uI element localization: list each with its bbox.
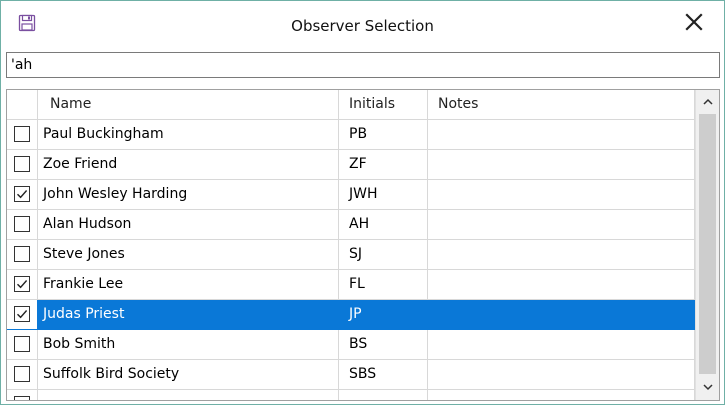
row-checkbox[interactable]: [14, 336, 30, 352]
notes-cell: [428, 330, 695, 360]
row-checkbox[interactable]: [14, 216, 30, 232]
notes-cell: [428, 270, 695, 300]
close-button[interactable]: [677, 9, 711, 39]
name-cell: Alan Hudson: [38, 210, 339, 240]
notes-cell: [428, 210, 695, 240]
row-check-cell: [7, 390, 38, 400]
table-row[interactable]: Bob Smith BS: [7, 330, 695, 360]
title-bar: Observer Selection: [1, 1, 724, 47]
row-checkbox[interactable]: [14, 366, 30, 382]
scroll-up-button[interactable]: [696, 90, 719, 112]
column-header-name[interactable]: Name: [38, 90, 339, 120]
checkmark-icon: [17, 280, 28, 289]
notes-cell: [428, 180, 695, 210]
header-check-column[interactable]: [7, 90, 38, 120]
column-header-notes[interactable]: Notes: [428, 90, 695, 120]
table-row[interactable]: Paul Buckingham PB: [7, 120, 695, 150]
initials-cell: SJ: [339, 240, 428, 270]
initials-cell: BS: [339, 330, 428, 360]
name-cell: Judas Priest: [38, 300, 339, 330]
row-checkbox[interactable]: [14, 306, 30, 322]
table-row[interactable]: Alan Hudson AH: [7, 210, 695, 240]
name-cell: Frankie Lee: [38, 270, 339, 300]
table-row[interactable]: Judas Priest JP: [7, 300, 695, 330]
initials-cell: JWH: [339, 180, 428, 210]
initials-cell: AH: [339, 210, 428, 240]
table-row[interactable]: [7, 390, 695, 400]
row-check-cell: [7, 270, 38, 300]
name-cell: Zoe Friend: [38, 150, 339, 180]
checkmark-icon: [17, 310, 28, 319]
notes-cell: [428, 300, 695, 330]
initials-cell: SBS: [339, 360, 428, 390]
notes-cell: [428, 150, 695, 180]
table-row[interactable]: Steve Jones SJ: [7, 240, 695, 270]
row-check-cell: [7, 120, 38, 150]
table-header: Name Initials Notes: [7, 90, 695, 120]
row-checkbox[interactable]: [14, 126, 30, 142]
name-cell: Steve Jones: [38, 240, 339, 270]
chevron-down-icon: [703, 379, 713, 395]
search-input[interactable]: [6, 52, 720, 78]
table-row[interactable]: Frankie Lee FL: [7, 270, 695, 300]
initials-cell: [339, 390, 428, 400]
initials-cell: JP: [339, 300, 428, 330]
checkmark-icon: [17, 190, 28, 199]
row-checkbox[interactable]: [14, 276, 30, 292]
row-check-cell: [7, 330, 38, 360]
row-check-cell: [7, 150, 38, 180]
initials-cell: PB: [339, 120, 428, 150]
name-cell: Bob Smith: [38, 330, 339, 360]
row-checkbox[interactable]: [14, 186, 30, 202]
observer-selection-dialog: Observer Selection Name Initials Notes P…: [0, 0, 725, 405]
name-cell: Suffolk Bird Society: [38, 360, 339, 390]
notes-cell: [428, 390, 695, 400]
notes-cell: [428, 120, 695, 150]
table-row[interactable]: Zoe Friend ZF: [7, 150, 695, 180]
vertical-scrollbar[interactable]: [695, 90, 719, 400]
row-checkbox[interactable]: [14, 246, 30, 262]
initials-cell: ZF: [339, 150, 428, 180]
observer-grid: Name Initials Notes Paul Buckingham PB Zoe…: [6, 89, 720, 401]
notes-cell: [428, 240, 695, 270]
row-check-cell: [7, 180, 38, 210]
scroll-down-button[interactable]: [696, 376, 719, 398]
table-row[interactable]: Suffolk Bird Society SBS: [7, 360, 695, 390]
row-checkbox[interactable]: [14, 396, 30, 400]
scrollbar-thumb[interactable]: [699, 114, 716, 374]
notes-cell: [428, 360, 695, 390]
row-check-cell: [7, 240, 38, 270]
row-check-cell: [7, 300, 38, 330]
row-checkbox[interactable]: [14, 156, 30, 172]
column-header-initials[interactable]: Initials: [339, 90, 428, 120]
table-row[interactable]: John Wesley Harding JWH: [7, 180, 695, 210]
name-cell: Paul Buckingham: [38, 120, 339, 150]
dialog-title: Observer Selection: [291, 17, 434, 35]
chevron-up-icon: [703, 93, 713, 109]
initials-cell: FL: [339, 270, 428, 300]
name-cell: John Wesley Harding: [38, 180, 339, 210]
name-cell: [38, 390, 339, 400]
close-icon: [684, 12, 704, 36]
row-check-cell: [7, 210, 38, 240]
row-check-cell: [7, 360, 38, 390]
